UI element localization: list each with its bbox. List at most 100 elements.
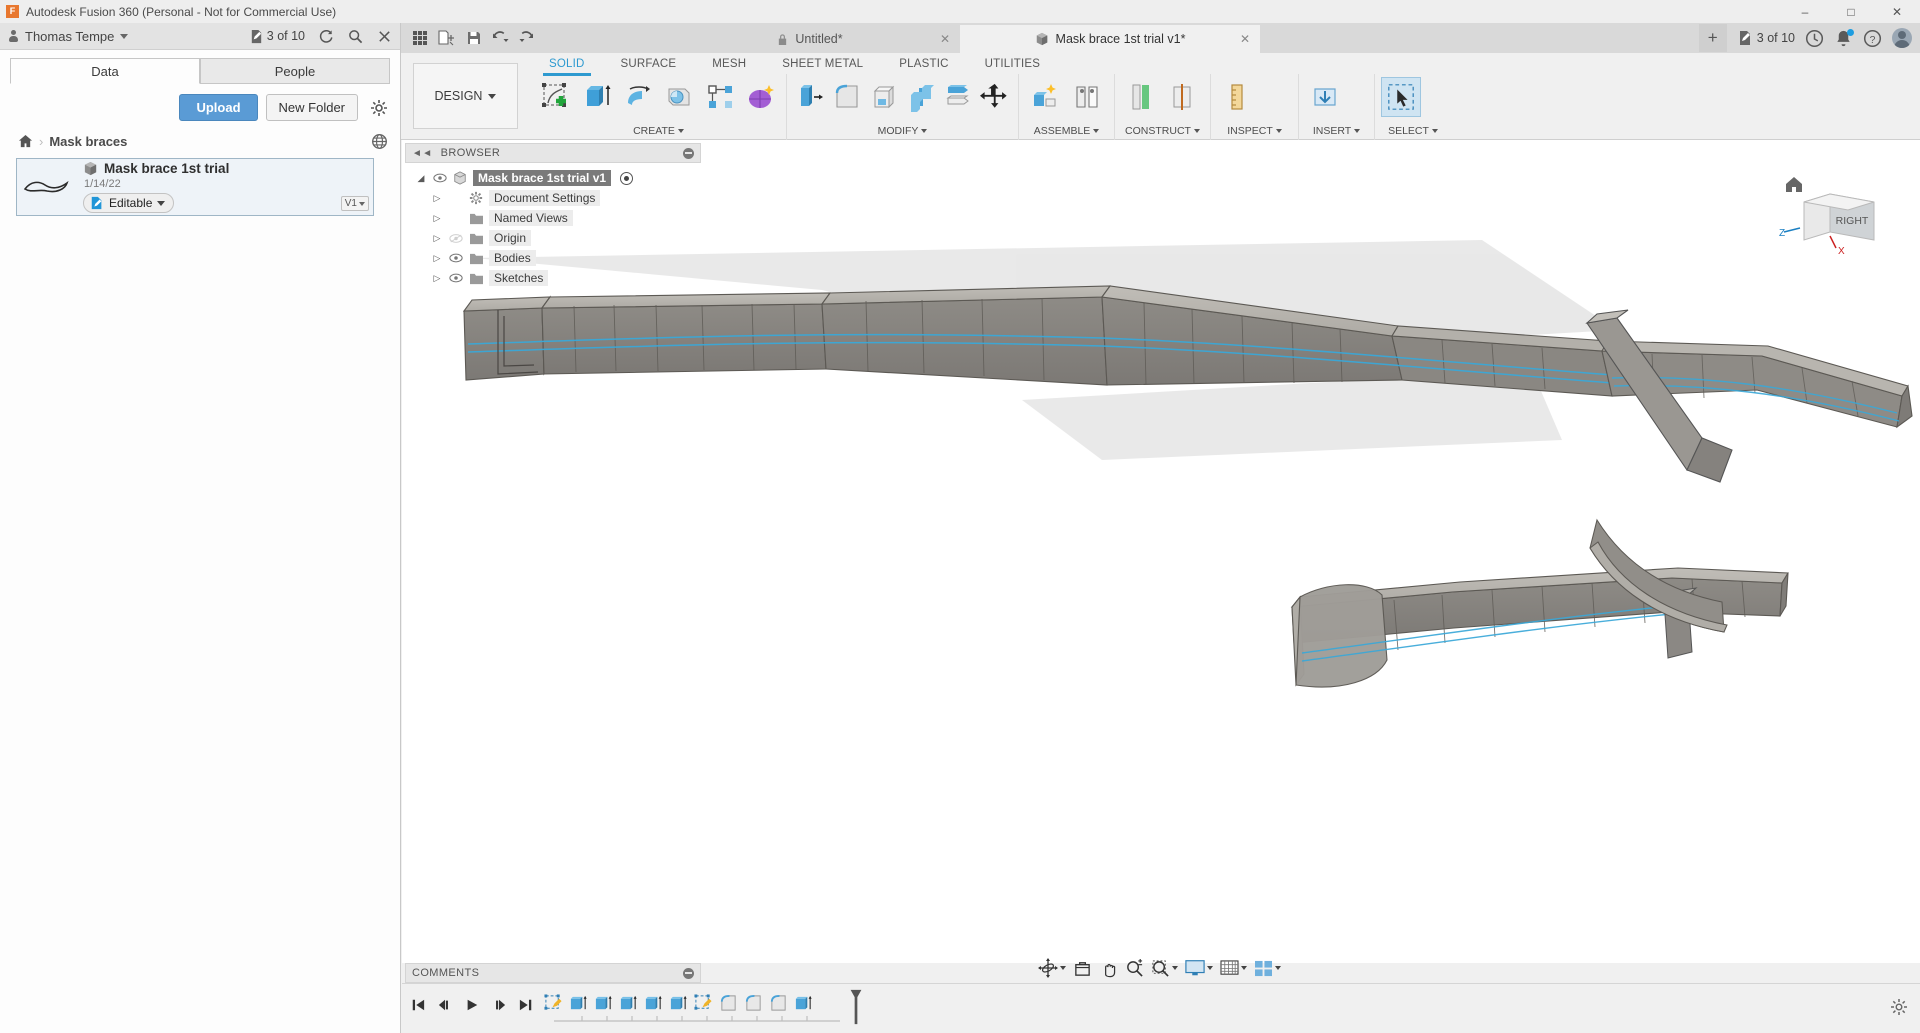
ribbon-panel-create-label-row[interactable]: CREATE (537, 125, 780, 140)
extrude-icon[interactable] (578, 77, 617, 117)
fillet-icon[interactable] (830, 77, 865, 117)
ribbon-panel-assemble-label-row[interactable]: ASSEMBLE (1025, 125, 1108, 140)
zoom-window-icon[interactable] (1148, 956, 1181, 980)
fillet-feature-icon[interactable] (717, 992, 739, 1014)
play-icon[interactable] (464, 997, 480, 1013)
display-settings-icon[interactable] (1182, 956, 1216, 980)
expand-right-icon[interactable]: ▷ (431, 213, 443, 224)
save-icon[interactable] (462, 26, 486, 50)
zoom-icon[interactable] (1122, 956, 1147, 980)
gear-icon[interactable] (370, 99, 388, 117)
expand-right-icon[interactable]: ▷ (431, 193, 443, 204)
ribbon-tab-plastic[interactable]: PLASTIC (881, 54, 966, 75)
view-cube[interactable]: RIGHT Z X (1774, 162, 1894, 267)
extrude-feature-icon[interactable] (642, 992, 664, 1014)
go-to-beginning-icon[interactable] (410, 997, 426, 1013)
close-icon[interactable]: ✕ (1240, 32, 1250, 46)
help-icon[interactable]: ? (1863, 29, 1882, 48)
grid-snaps-icon[interactable] (1217, 956, 1250, 980)
press-pull-icon[interactable] (793, 77, 828, 117)
timeline-marker-icon[interactable] (849, 989, 863, 1025)
redo-icon[interactable] (516, 26, 540, 50)
ribbon-panel-select-label-row[interactable]: SELECT (1381, 125, 1445, 140)
ribbon-panel-inspect-label-row[interactable]: INSPECT (1217, 125, 1292, 140)
tree-item-bodies[interactable]: ▷ Bodies (405, 248, 701, 268)
split-body-icon[interactable] (940, 77, 975, 117)
ribbon-tab-sheet-metal[interactable]: SHEET METAL (764, 54, 881, 75)
grid-apps-icon[interactable] (408, 26, 432, 50)
user-menu[interactable]: Thomas Tempe (8, 29, 129, 44)
create-sketch-icon[interactable] (537, 77, 576, 117)
offset-plane-icon[interactable] (1121, 77, 1161, 117)
tree-item-sketches[interactable]: ▷ Sketches (405, 268, 701, 288)
measure-icon[interactable] (1217, 77, 1257, 117)
editable-docs-count[interactable]: 3 of 10 (249, 29, 305, 44)
minimize-circle-icon[interactable] (683, 967, 694, 979)
close-panel-icon[interactable] (377, 29, 392, 44)
close-window-button[interactable]: ✕ (1874, 0, 1920, 23)
insert-derive-icon[interactable] (1305, 77, 1345, 117)
undo-icon[interactable] (489, 26, 513, 50)
ribbon-tab-surface[interactable]: SURFACE (603, 54, 695, 75)
visibility-off-icon[interactable] (448, 233, 463, 244)
ribbon-tab-utilities[interactable]: UTILITIES (967, 54, 1058, 75)
minimize-button[interactable]: – (1782, 0, 1828, 23)
sketch-feature-icon[interactable] (542, 992, 564, 1014)
joint-icon[interactable] (1067, 77, 1107, 117)
notifications-button[interactable] (1834, 28, 1854, 48)
go-to-end-icon[interactable] (518, 997, 534, 1013)
ribbon-panel-construct-label-row[interactable]: CONSTRUCT (1121, 125, 1204, 140)
select-tool-icon[interactable] (1381, 77, 1421, 117)
move-copy-icon[interactable] (977, 77, 1012, 117)
refresh-icon[interactable] (319, 29, 334, 44)
close-icon[interactable]: ✕ (940, 32, 950, 46)
tab-people[interactable]: People (200, 58, 390, 84)
revolve-icon[interactable] (619, 77, 658, 117)
collapse-left-icon[interactable]: ◄◄ (412, 148, 433, 159)
workspace-switcher[interactable]: DESIGN (413, 63, 518, 129)
orbit-icon[interactable] (1035, 956, 1069, 980)
step-forward-icon[interactable] (491, 997, 507, 1013)
expand-right-icon[interactable]: ▷ (431, 253, 443, 264)
doc-tab-mask-brace[interactable]: Mask brace 1st trial v1* ✕ (960, 25, 1260, 53)
combine-icon[interactable] (903, 77, 938, 117)
new-folder-button[interactable]: New Folder (265, 94, 358, 121)
new-component-icon[interactable] (1025, 77, 1065, 117)
ribbon-tab-solid[interactable]: SOLID (531, 54, 603, 76)
expand-right-icon[interactable]: ▷ (431, 233, 443, 244)
extrude-feature-icon[interactable] (592, 992, 614, 1014)
sweep-icon[interactable] (659, 77, 698, 117)
visibility-icon[interactable] (448, 253, 463, 263)
editable-docs-count-top[interactable]: 3 of 10 (1737, 30, 1795, 46)
extrude-feature-icon[interactable] (567, 992, 589, 1014)
pattern-icon[interactable] (700, 77, 739, 117)
upload-button[interactable]: Upload (179, 94, 258, 121)
extrude-feature-icon[interactable] (617, 992, 639, 1014)
editable-badge[interactable]: Editable (83, 193, 175, 213)
tree-item-document-settings[interactable]: ▷ Document Settings (405, 188, 701, 208)
viewports-icon[interactable] (1251, 956, 1284, 980)
fillet-feature-icon[interactable] (742, 992, 764, 1014)
activate-component-icon[interactable] (620, 171, 634, 185)
clock-icon[interactable] (1805, 29, 1824, 48)
comments-panel[interactable]: COMMENTS (405, 963, 701, 983)
expand-right-icon[interactable]: ▷ (431, 273, 443, 284)
new-file-icon[interactable] (435, 26, 459, 50)
new-tab-button[interactable]: + (1698, 24, 1727, 52)
create-form-icon[interactable] (741, 77, 780, 117)
search-icon[interactable] (348, 29, 363, 44)
ribbon-panel-insert-label-row[interactable]: INSERT (1305, 125, 1368, 140)
construct-axis-icon[interactable] (1163, 77, 1203, 117)
avatar[interactable] (1892, 28, 1912, 48)
shell-icon[interactable] (867, 77, 902, 117)
visibility-icon[interactable] (432, 173, 447, 183)
minimize-circle-icon[interactable] (683, 147, 694, 159)
file-card[interactable]: Mask brace 1st trial 1/14/22 Editable V1 (16, 158, 374, 216)
ribbon-panel-modify-label-row[interactable]: MODIFY (793, 125, 1012, 140)
timeline-settings-icon[interactable] (1890, 998, 1908, 1016)
sketch-feature-icon[interactable] (692, 992, 714, 1014)
expand-down-icon[interactable]: ◢ (415, 173, 427, 184)
globe-icon[interactable] (371, 133, 388, 150)
ribbon-tab-mesh[interactable]: MESH (694, 54, 764, 75)
tree-item-root[interactable]: ◢ Mask brace 1st trial v1 (405, 168, 701, 188)
